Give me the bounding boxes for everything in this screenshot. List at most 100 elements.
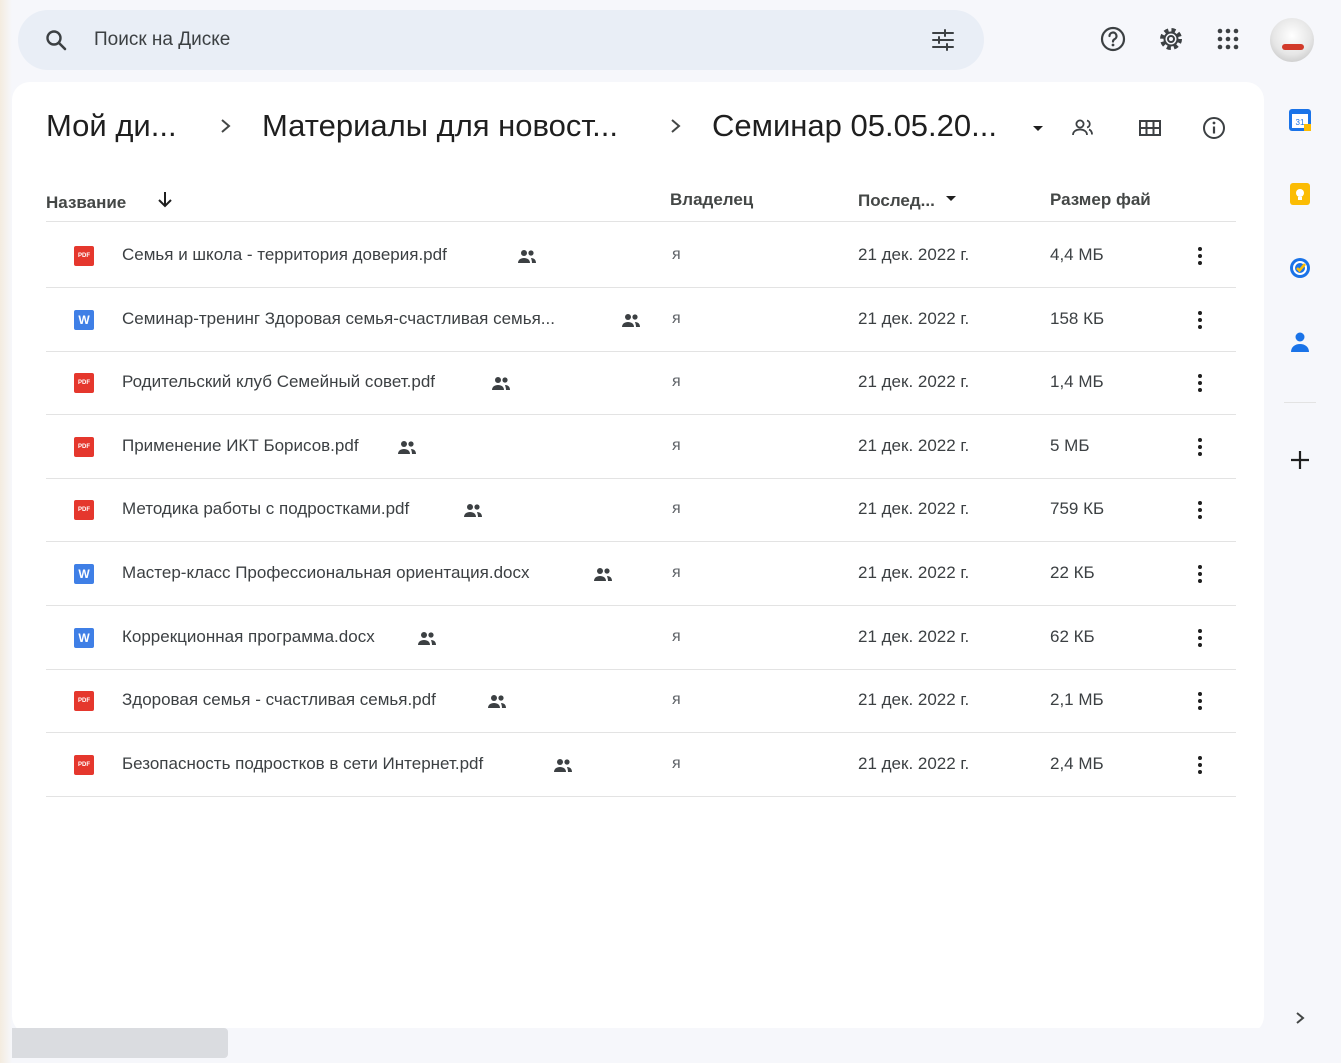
shared-users-icon: [552, 757, 574, 773]
file-modified-date: 21 дек. 2022 г.: [858, 563, 970, 582]
file-name[interactable]: Здоровая семья - счастливая семья.pdf: [122, 690, 436, 710]
file-modified-date: 21 дек. 2022 г.: [858, 245, 970, 264]
settings-gear-icon[interactable]: [1156, 24, 1186, 54]
pdf-file-icon: PDF: [74, 500, 94, 521]
pdf-file-icon: PDF: [74, 373, 94, 394]
shared-users-icon: [516, 248, 538, 264]
search-bar[interactable]: [18, 10, 984, 70]
shared-users-icon: [490, 375, 512, 391]
search-options-icon[interactable]: [930, 27, 956, 53]
file-name[interactable]: Родительский клуб Семейный совет.pdf: [122, 372, 435, 392]
file-modified-date: 21 дек. 2022 г.: [858, 372, 970, 392]
more-actions-icon[interactable]: [1190, 244, 1210, 268]
pdf-file-icon: PDF: [74, 436, 94, 457]
more-actions-icon[interactable]: [1190, 562, 1210, 586]
file-row[interactable]: W Коррекционная программа.docx я 21 дек. 20…: [46, 606, 1236, 670]
file-modified-date: 21 дек. 2022 г.: [858, 435, 970, 455]
breadcrumb-chevron-icon: [216, 114, 236, 138]
file-row[interactable]: W Мастер-класс Профессиональная ориентаци…: [46, 542, 1236, 606]
more-actions-icon[interactable]: [1190, 498, 1210, 522]
share-people-icon[interactable]: [1068, 114, 1096, 142]
file-row[interactable]: W Семинар-тренинг Здоровая семья-счастлив…: [46, 288, 1236, 352]
breadcrumb-item-current-folder[interactable]: Семинар 05.05.20...: [712, 108, 997, 144]
column-header-size[interactable]: Размер фай: [1050, 190, 1151, 210]
info-icon[interactable]: [1200, 114, 1228, 142]
sort-down-arrow-icon[interactable]: [156, 190, 174, 215]
file-modified-date: 21 дек. 2022 г.: [858, 753, 970, 773]
column-header-name[interactable]: Название: [46, 190, 174, 215]
file-owner: я: [672, 309, 681, 327]
column-header-modified-label: Послед...: [858, 190, 935, 210]
file-name[interactable]: Коррекционная программа.docx: [122, 627, 375, 647]
more-actions-icon[interactable]: [1190, 626, 1210, 650]
pdf-file-icon: PDF: [74, 246, 94, 266]
file-size: 2,4 МБ: [1050, 753, 1104, 773]
file-row[interactable]: PDF Семья и школа - территория доверия.pd…: [46, 224, 1236, 288]
file-row[interactable]: PDF Здоровая семья - счастливая семья.pdf…: [46, 669, 1236, 734]
file-list-header: Название Владелец Послед... Размер фай: [46, 182, 1236, 222]
file-row[interactable]: PDF Родительский клуб Семейный совет.pdf я…: [46, 351, 1236, 416]
file-owner: я: [672, 373, 681, 391]
file-owner: я: [672, 500, 681, 518]
breadcrumb-item-materials[interactable]: Материалы для новост...: [262, 108, 618, 144]
file-modified-date: 21 дек. 2022 г.: [858, 499, 970, 519]
top-bar: [0, 0, 1341, 80]
breadcrumb: Мой ди... Материалы для новост... Семина…: [12, 82, 1264, 172]
file-modified-date: 21 дек. 2022 г.: [858, 626, 970, 646]
keep-icon[interactable]: [1286, 180, 1314, 208]
svg-text:31: 31: [1296, 118, 1305, 127]
grid-view-icon[interactable]: [1136, 114, 1164, 142]
add-icon[interactable]: [1286, 446, 1314, 474]
file-size: 759 КБ: [1050, 499, 1105, 519]
account-avatar[interactable]: [1270, 18, 1314, 62]
shared-users-icon: [462, 502, 484, 518]
shared-users-icon: [620, 312, 642, 328]
pdf-file-icon: PDF: [74, 691, 94, 712]
file-row[interactable]: PDF Безопасность подростков в сети Интерн…: [46, 733, 1236, 797]
file-name[interactable]: Семинар-тренинг Здоровая семья-счастлива…: [122, 309, 555, 329]
pdf-file-icon: PDF: [74, 754, 94, 775]
file-name[interactable]: Семья и школа - территория доверия.pdf: [122, 245, 447, 265]
search-icon[interactable]: [44, 28, 68, 52]
more-actions-icon[interactable]: [1190, 435, 1210, 459]
main-panel: Мой ди... Материалы для новост... Семина…: [12, 82, 1264, 1034]
file-size: 1,4 МБ: [1050, 372, 1104, 392]
search-input[interactable]: [94, 28, 874, 52]
file-name[interactable]: Методика работы с подростками.pdf: [122, 499, 409, 519]
shared-users-icon: [416, 630, 438, 646]
more-actions-icon[interactable]: [1190, 308, 1210, 332]
breadcrumb-chevron-icon: [666, 114, 686, 138]
shared-users-icon: [396, 439, 418, 455]
file-size: 2,1 МБ: [1050, 690, 1104, 710]
file-modified-date: 21 дек. 2022 г.: [858, 308, 970, 328]
folder-menu-caret-icon[interactable]: [1028, 118, 1048, 142]
breadcrumb-item-my-drive[interactable]: Мой ди...: [46, 108, 177, 144]
file-row[interactable]: PDF Методика работы с подростками.pdf я 21 …: [46, 478, 1236, 543]
more-actions-icon[interactable]: [1190, 689, 1210, 713]
tasks-icon[interactable]: [1286, 254, 1314, 282]
file-size: 22 КБ: [1050, 563, 1095, 582]
apps-grid-icon[interactable]: [1213, 24, 1243, 54]
shared-users-icon: [592, 566, 614, 582]
modified-dropdown-caret-icon[interactable]: [943, 190, 959, 211]
file-name[interactable]: Применение ИКТ Борисов.pdf: [122, 436, 359, 456]
calendar-icon[interactable]: 31: [1286, 106, 1314, 134]
expand-panel-chevron-icon[interactable]: [1286, 1004, 1314, 1032]
help-icon[interactable]: [1098, 24, 1128, 54]
file-row[interactable]: PDF Применение ИКТ Борисов.pdf я 21 дек. 20…: [46, 415, 1236, 479]
column-header-modified[interactable]: Послед...: [858, 190, 959, 211]
file-owner: я: [672, 246, 681, 263]
file-owner: я: [672, 627, 681, 645]
backdrop-edge: [0, 0, 12, 1063]
more-actions-icon[interactable]: [1190, 371, 1210, 395]
horizontal-scrollbar-thumb[interactable]: [12, 1028, 228, 1058]
file-size: 62 КБ: [1050, 626, 1095, 646]
more-actions-icon[interactable]: [1190, 753, 1210, 777]
file-owner: я: [672, 691, 681, 709]
contacts-icon[interactable]: [1286, 328, 1314, 356]
file-size: 5 МБ: [1050, 435, 1090, 455]
column-header-owner[interactable]: Владелец: [670, 190, 753, 210]
word-file-icon: W: [74, 564, 94, 584]
file-name[interactable]: Мастер-класс Профессиональная ориентация…: [122, 563, 529, 583]
file-name[interactable]: Безопасность подростков в сети Интернет.…: [122, 754, 483, 774]
